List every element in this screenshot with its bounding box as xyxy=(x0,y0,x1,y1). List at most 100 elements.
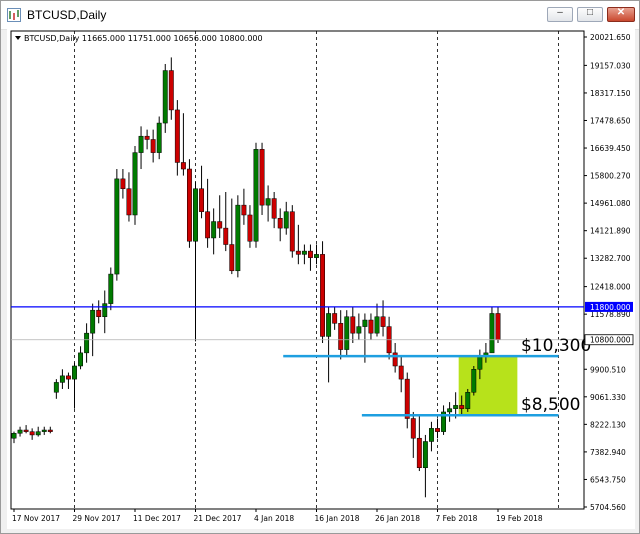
candle-body xyxy=(344,316,350,350)
candle xyxy=(344,310,350,357)
x-tick-label: 29 Nov 2017 xyxy=(73,514,121,523)
candle xyxy=(289,205,295,258)
annotation-label: $8,500 xyxy=(521,395,580,415)
candle-body xyxy=(410,418,416,439)
candle-body xyxy=(277,218,283,229)
candle-body xyxy=(398,365,404,380)
candle-body xyxy=(326,313,332,337)
candle-body xyxy=(59,375,65,383)
candle-body xyxy=(41,429,47,432)
chart-window-icon xyxy=(7,8,21,22)
candle-body xyxy=(144,135,150,140)
candle-body xyxy=(308,250,313,258)
candle xyxy=(156,116,162,160)
candle-body xyxy=(217,221,223,229)
candle-body xyxy=(374,316,380,334)
candle-body xyxy=(47,429,53,432)
window-title: BTCUSD,Daily xyxy=(27,8,107,22)
y-tick-label: 12418.000 xyxy=(590,283,631,292)
candle-body xyxy=(35,431,41,436)
candle-body xyxy=(435,428,440,432)
y-tick-label: 14121.890 xyxy=(590,227,631,236)
candle-body xyxy=(338,323,344,350)
candle-body xyxy=(477,355,483,370)
candlestick-chart[interactable]: $10,300 $8,500 20021.650 19157.030 18317.15… xyxy=(7,29,635,529)
candle-body xyxy=(416,437,422,469)
candle-body xyxy=(422,441,428,469)
candle xyxy=(235,195,241,278)
candle xyxy=(132,146,138,225)
candle-body xyxy=(495,313,501,340)
symbol-info: BTCUSD,Daily 11665.000 11751.000 10656.0… xyxy=(24,34,263,43)
candle-body xyxy=(271,198,277,219)
candle-body xyxy=(265,198,271,206)
candle-body xyxy=(332,313,338,324)
window-titlebar[interactable]: BTCUSD,Daily ‒ □ ✕ xyxy=(1,1,639,30)
candle-body xyxy=(229,244,235,272)
candle-body xyxy=(162,70,168,124)
y-tick-label: 6543.750 xyxy=(590,475,626,484)
candle-body xyxy=(90,309,96,334)
candle-body xyxy=(253,149,259,242)
x-tick-label: 17 Nov 2017 xyxy=(12,514,60,523)
candle-body xyxy=(259,149,265,206)
candle-body xyxy=(453,405,459,409)
candle-body xyxy=(108,273,114,304)
minimize-button[interactable]: ‒ xyxy=(547,7,573,22)
candle-body xyxy=(289,211,295,252)
candle-body xyxy=(356,326,362,334)
candle-body xyxy=(205,211,211,239)
candle-body xyxy=(211,221,217,239)
candle-body xyxy=(17,429,23,434)
candle-body xyxy=(120,178,126,189)
candle-body xyxy=(320,254,326,337)
x-tick-label: 19 Feb 2018 xyxy=(496,514,543,523)
candle-body xyxy=(53,382,59,393)
chart-area[interactable]: $10,300 $8,500 20021.650 19157.030 18317.15… xyxy=(7,29,635,529)
x-tick-label: 11 Dec 2017 xyxy=(133,514,181,523)
candle-body xyxy=(11,433,17,439)
candle-body xyxy=(138,135,144,153)
candle-body xyxy=(465,392,471,409)
close-icon: ✕ xyxy=(616,7,626,18)
candle-body xyxy=(283,211,289,229)
close-button[interactable]: ✕ xyxy=(607,7,635,22)
candle xyxy=(471,365,477,396)
candle-body xyxy=(392,352,398,367)
candle-body xyxy=(350,316,356,334)
x-tick-label: 4 Jan 2018 xyxy=(254,514,294,523)
y-tick-label: 20021.650 xyxy=(590,33,631,42)
candle-body xyxy=(301,250,307,255)
y-tick-label: 7382.940 xyxy=(590,448,626,457)
x-tick-label: 7 Feb 2018 xyxy=(436,514,478,523)
candle-body xyxy=(114,178,120,275)
candle-body xyxy=(199,188,205,212)
candle xyxy=(259,142,265,215)
candle-body xyxy=(187,168,192,242)
candle-body xyxy=(156,122,162,153)
candle-body xyxy=(314,254,319,258)
candle-body xyxy=(126,188,132,216)
candle-body xyxy=(295,250,301,255)
candle-body xyxy=(380,316,386,327)
candle-body xyxy=(132,152,138,216)
candle-body xyxy=(180,162,186,170)
candle xyxy=(187,159,192,248)
y-tick-label: 15800.270 xyxy=(590,172,631,181)
chart-window: BTCUSD,Daily ‒ □ ✕ $10,300 $8,500 20021.6… xyxy=(0,0,640,534)
y-tick-label: 9061.330 xyxy=(590,393,626,402)
candle-body xyxy=(489,313,495,354)
candle-body xyxy=(84,332,90,354)
maximize-button[interactable]: □ xyxy=(577,7,603,22)
candle-body xyxy=(447,408,453,413)
x-tick-label: 26 Jan 2018 xyxy=(375,514,420,523)
candle-body xyxy=(247,214,253,242)
y-tick-label: 14961.080 xyxy=(590,199,631,208)
candle-body xyxy=(223,227,229,245)
candle-body xyxy=(29,431,35,436)
candle-body xyxy=(368,319,374,334)
y-tick-label: 18317.150 xyxy=(590,89,631,98)
candle-body xyxy=(404,378,410,419)
minimize-icon: ‒ xyxy=(557,7,563,18)
candle-body xyxy=(102,303,108,317)
